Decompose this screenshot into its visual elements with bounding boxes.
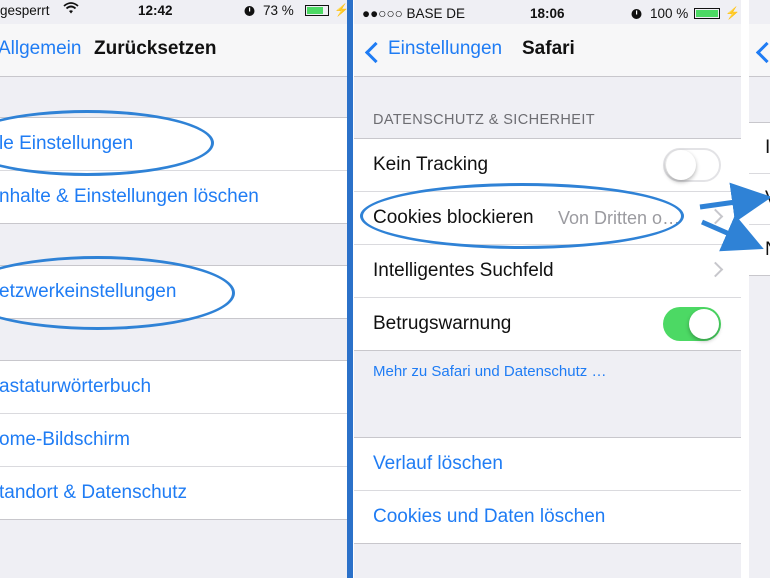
clear-data-group: Verlauf löschen Cookies und Daten lösche… — [354, 437, 741, 544]
wifi-icon — [63, 1, 79, 18]
do-not-track-toggle[interactable] — [663, 148, 721, 182]
panel-divider-left — [347, 0, 353, 578]
annotation-ellipse-block-cookies — [360, 183, 684, 249]
privacy-info-link[interactable]: Mehr zu Safari und Datenschutz … — [373, 363, 606, 380]
battery-percent: 73 % — [263, 3, 294, 18]
back-button[interactable]: Allgemein — [0, 38, 81, 60]
clear-history-label: Verlauf löschen — [373, 453, 503, 474]
time-label: 12:42 — [138, 3, 173, 18]
section-header: DATENSCHUTZ & SICHERHEIT — [373, 112, 596, 128]
cookie-option-row[interactable]: V — [749, 174, 770, 225]
erase-all-content-label: nhalte & Einstellungen löschen — [0, 186, 259, 207]
fraud-warning-toggle[interactable] — [663, 307, 721, 341]
battery-icon — [694, 8, 720, 19]
cookie-options-group: I V N — [749, 122, 770, 276]
cookie-option-label: V — [765, 188, 770, 210]
erase-all-content-row[interactable]: nhalte & Einstellungen löschen — [0, 171, 347, 223]
do-not-track-label: Kein Tracking — [373, 154, 489, 175]
reset-location-privacy-label: tandort & Datenschutz — [0, 482, 187, 503]
cookies-options-screen: I V N — [749, 0, 770, 578]
clear-cookies-data-label: Cookies und Daten löschen — [373, 506, 606, 527]
alarm-icon — [243, 4, 256, 20]
page-title: Safari — [522, 38, 575, 59]
reset-settings-screen: gesperrt 12:42 73 % ⚡ Allgemein Zurückse… — [0, 0, 347, 578]
reset-keyboard-dictionary-label: astaturwörterbuch — [0, 376, 152, 397]
clear-history-row[interactable]: Verlauf löschen — [354, 438, 741, 491]
time-label: 18:06 — [530, 6, 565, 21]
carrier-label: gesperrt — [0, 3, 50, 18]
chevron-left-icon[interactable] — [755, 41, 770, 64]
navigation-bar: Einstellungen Safari — [354, 24, 741, 77]
panel-divider-right — [741, 0, 749, 578]
back-button[interactable]: Einstellungen — [388, 38, 502, 60]
chevron-right-icon — [707, 261, 724, 278]
reset-group-3: astaturwörterbuch ome-Bildschirm tandort… — [0, 360, 347, 520]
alarm-icon — [630, 7, 643, 23]
page-title: Zurücksetzen — [94, 38, 217, 59]
charging-icon: ⚡ — [725, 6, 740, 20]
battery-icon — [305, 5, 329, 16]
battery-percent: 100 % — [650, 6, 689, 21]
safari-settings-screen: ●●○○○ BASE DE 18:06 100 % ⚡ Einstellunge… — [354, 0, 741, 578]
reset-home-screen-row[interactable]: ome-Bildschirm — [0, 414, 347, 467]
cookie-option-label: I — [765, 137, 770, 158]
cookie-option-row[interactable]: N — [749, 225, 770, 275]
fraud-warning-label: Betrugswarnung — [373, 313, 512, 334]
smart-search-field-row[interactable]: Intelligentes Suchfeld — [354, 245, 741, 298]
chevron-left-icon[interactable] — [364, 41, 387, 64]
navigation-bar — [749, 24, 770, 77]
cookie-option-row[interactable]: I — [749, 123, 770, 174]
reset-keyboard-dictionary-row[interactable]: astaturwörterbuch — [0, 361, 347, 414]
clear-cookies-data-row[interactable]: Cookies und Daten löschen — [354, 491, 741, 543]
chevron-right-icon — [707, 208, 724, 225]
reset-location-privacy-row[interactable]: tandort & Datenschutz — [0, 467, 347, 519]
cookie-option-label: N — [765, 239, 770, 261]
charging-icon: ⚡ — [334, 3, 347, 17]
status-bar: ●●○○○ BASE DE 18:06 100 % ⚡ — [354, 0, 741, 24]
carrier-label: ●●○○○ BASE DE — [362, 6, 466, 21]
fraud-warning-row: Betrugswarnung — [354, 298, 741, 350]
reset-home-screen-label: ome-Bildschirm — [0, 429, 130, 450]
navigation-bar: Allgemein Zurücksetzen — [0, 24, 347, 77]
smart-search-field-label: Intelligentes Suchfeld — [373, 260, 554, 281]
status-bar: gesperrt 12:42 73 % ⚡ — [0, 0, 347, 24]
